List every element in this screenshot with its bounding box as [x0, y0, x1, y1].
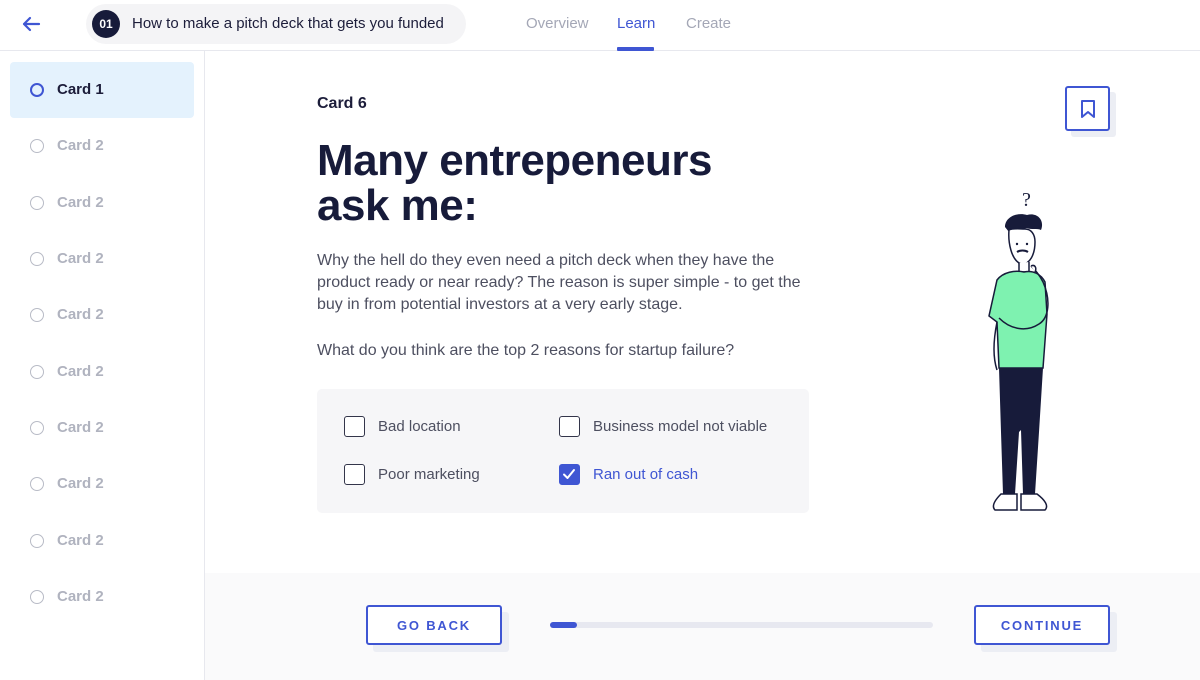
bookmark-button[interactable] [1065, 86, 1110, 131]
option-label: Ran out of cash [593, 466, 699, 483]
sidebar-item-card[interactable]: Card 2 [10, 400, 194, 456]
radio-indicator [30, 308, 44, 322]
radio-indicator [30, 421, 44, 435]
course-pill[interactable]: 01 How to make a pitch deck that gets yo… [86, 4, 466, 44]
question-mark: ? [1022, 189, 1031, 211]
checkbox-checked[interactable] [559, 464, 580, 485]
tab-overview[interactable]: Overview [526, 15, 589, 32]
card-paragraph: Why the hell do they even need a pitch d… [317, 252, 801, 313]
sidebar-item-label: Card 2 [57, 532, 104, 549]
sidebar-item-card[interactable]: Card 2 [10, 513, 194, 569]
sidebar-item-label: Card 2 [57, 475, 104, 492]
tab-create[interactable]: Create [686, 15, 731, 32]
sidebar-item-card[interactable]: Card 2 [10, 287, 194, 343]
option-label: Business model not viable [593, 418, 768, 435]
sidebar-item-card[interactable]: Card 2 [10, 175, 194, 231]
checkbox[interactable] [344, 464, 365, 485]
radio-indicator [30, 83, 44, 97]
radio-indicator [30, 139, 44, 153]
bookmark-icon [1080, 99, 1095, 118]
checkmark-icon [563, 469, 575, 479]
sidebar-item-label: Card 2 [57, 588, 104, 605]
top-header: 01 How to make a pitch deck that gets yo… [0, 0, 1200, 51]
go-back-button[interactable]: GO BACK [366, 605, 502, 645]
checkbox[interactable] [559, 416, 580, 437]
option-label: Bad location [378, 418, 461, 435]
answer-options: Bad location Business model not viable P… [317, 389, 809, 513]
sidebar-item-label: Card 2 [57, 363, 104, 380]
sidebar-item-label: Card 1 [57, 81, 104, 98]
radio-indicator [30, 196, 44, 210]
progress-fill [550, 622, 577, 628]
option-label: Poor marketing [378, 466, 480, 483]
thinking-man-illustration: ? [988, 189, 1049, 511]
course-number-badge: 01 [92, 10, 120, 38]
card-headline: Many entrepeneurs ask me: [317, 138, 777, 228]
continue-button[interactable]: CONTINUE [974, 605, 1110, 645]
sidebar-item-card[interactable]: Card 2 [10, 344, 194, 400]
card-question: What do you think are the top 2 reasons … [317, 342, 735, 359]
sidebar-item-label: Card 2 [57, 137, 104, 154]
radio-indicator [30, 252, 44, 266]
card-sidebar: Card 1 Card 2 Card 2 Card 2 Card 2 Card … [0, 51, 205, 680]
sidebar-item-label: Card 2 [57, 419, 104, 436]
arrow-left-icon [22, 16, 41, 32]
sidebar-item-card[interactable]: Card 2 [10, 569, 194, 625]
active-tab-indicator [617, 47, 654, 51]
sidebar-item-label: Card 2 [57, 250, 104, 267]
card-label: Card 6 [317, 95, 367, 112]
sidebar-item-card[interactable]: Card 2 [10, 456, 194, 512]
sidebar-item-card[interactable]: Card 2 [10, 231, 194, 287]
back-button[interactable] [18, 11, 44, 37]
headline-line-1: Many entrepeneurs [317, 136, 712, 185]
tab-learn[interactable]: Learn [617, 15, 655, 32]
sidebar-item-label: Card 2 [57, 306, 104, 323]
progress-bar [550, 622, 933, 628]
sidebar-item-card[interactable]: Card 2 [10, 118, 194, 174]
radio-indicator [30, 477, 44, 491]
sidebar-item-label: Card 2 [57, 194, 104, 211]
radio-indicator [30, 365, 44, 379]
radio-indicator [30, 534, 44, 548]
radio-indicator [30, 590, 44, 604]
course-title: How to make a pitch deck that gets you f… [132, 15, 444, 32]
sidebar-item-card-1[interactable]: Card 1 [10, 62, 194, 118]
headline-line-2: ask me: [317, 181, 478, 230]
checkbox[interactable] [344, 416, 365, 437]
